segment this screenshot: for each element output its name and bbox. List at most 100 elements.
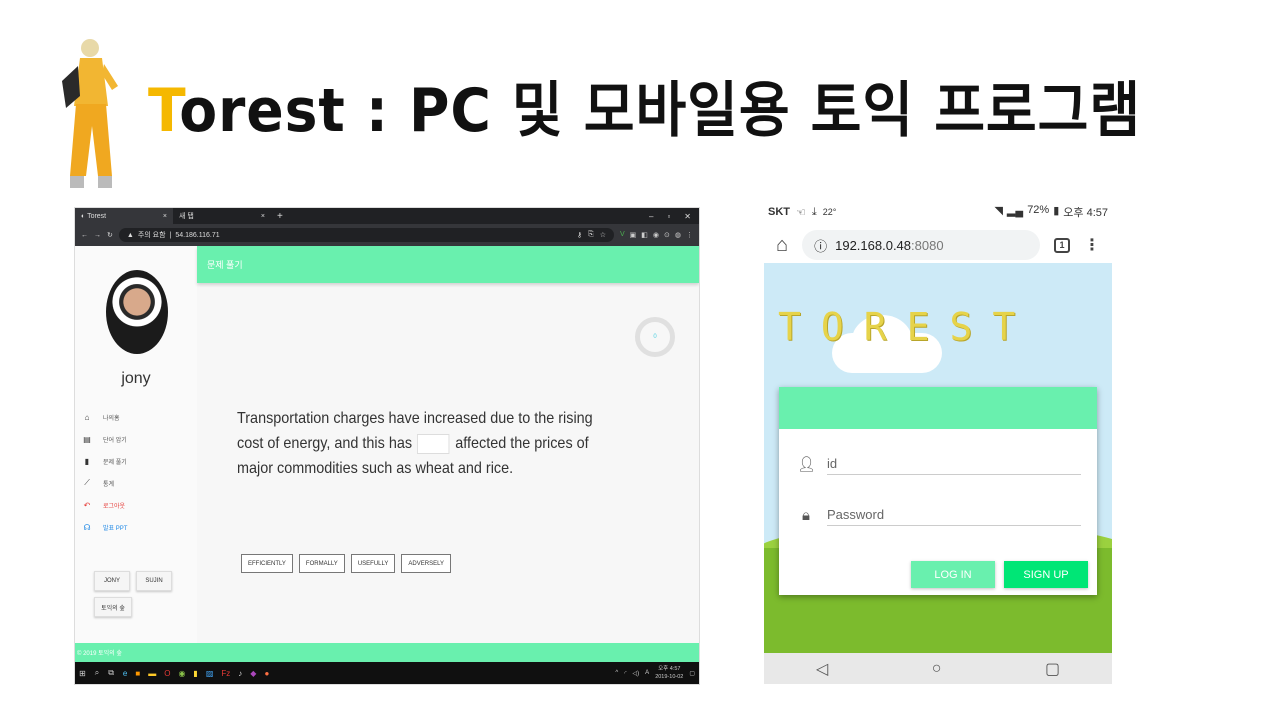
browser-tab-strip: ◐ Torest × 새 탭 × + – ▫ ✕ bbox=[75, 208, 699, 224]
extension-icon[interactable]: V bbox=[620, 231, 625, 239]
browser-tab[interactable]: ◐ Torest × bbox=[75, 208, 173, 224]
person-illustration bbox=[62, 39, 118, 188]
language-indicator[interactable]: A bbox=[645, 670, 649, 676]
login-card: 👤︎ 🔒︎ LOG IN SIGN UP bbox=[779, 387, 1097, 595]
jony-button[interactable]: JONY bbox=[94, 571, 130, 591]
avatar bbox=[106, 270, 168, 354]
maximize-icon[interactable]: ▫ bbox=[667, 212, 670, 221]
profile-icon[interactable]: ◍ bbox=[675, 231, 681, 239]
extension-icon[interactable]: ⊙ bbox=[664, 231, 670, 239]
battery-level: 72% bbox=[1027, 204, 1050, 216]
clock[interactable]: 오후 4:57 2019-10-02 bbox=[655, 665, 683, 681]
folder-icon[interactable]: ▬ bbox=[148, 669, 156, 678]
question-text: Transportation charges have increased du… bbox=[237, 410, 593, 477]
filezilla-icon[interactable]: Fz bbox=[221, 669, 230, 678]
answer-blank[interactable] bbox=[417, 433, 450, 454]
sidebar-item-logout[interactable]: ↶ 로그아웃 bbox=[81, 494, 191, 516]
choice-button[interactable]: FORMALLY bbox=[298, 554, 345, 573]
windows-start-icon[interactable]: ⊞ bbox=[79, 669, 86, 678]
sidebar-item-home[interactable]: ⌂ 나의홈 bbox=[81, 406, 191, 428]
app-icon[interactable]: ■ bbox=[135, 669, 140, 678]
hand-icon: ☜ bbox=[796, 206, 806, 219]
notes-icon[interactable]: ▮ bbox=[193, 669, 197, 678]
task-view-icon[interactable]: ⧉ bbox=[108, 668, 114, 678]
battery-icon: ▮ bbox=[1053, 205, 1060, 217]
opera-icon[interactable]: O bbox=[164, 669, 170, 678]
more-icon[interactable]: ⋮ bbox=[1084, 235, 1100, 255]
url-field[interactable]: ⓘ 192.168.0.48:8080 bbox=[802, 230, 1040, 260]
sidebar: jony ⌂ 나의홈 ▤ 단어 암기 ▮ 문제 풀기 ⟋ 통계 ↶ 로그아웃 ☊ 발표 PP… bbox=[75, 246, 197, 662]
id-input[interactable] bbox=[827, 453, 1081, 475]
answer-choices: EFFICIENTLY FORMALLY USEFULLY ADVERSELY bbox=[241, 554, 451, 573]
sidebar-item-ppt[interactable]: ☊ 발표 PPT bbox=[81, 516, 191, 538]
topbar: 문제 풀기 bbox=[197, 246, 699, 283]
sujin-button[interactable]: SUJIN bbox=[136, 571, 172, 591]
search-icon[interactable]: ⌕ bbox=[95, 668, 99, 678]
security-label: 주의 요함 bbox=[137, 232, 166, 239]
info-icon: ⓘ bbox=[814, 238, 828, 254]
app-icon[interactable]: ● bbox=[264, 669, 269, 678]
login-screen: TOREST 👤︎ 🔒︎ LOG IN SIGN UP bbox=[764, 263, 1112, 653]
choice-button[interactable]: USEFULLY bbox=[350, 554, 396, 573]
app-icon[interactable]: ▨ bbox=[206, 669, 214, 678]
sidebar-item-words[interactable]: ▤ 단어 암기 bbox=[81, 428, 191, 450]
reload-icon[interactable]: ↻ bbox=[107, 231, 113, 239]
login-card-header bbox=[779, 387, 1097, 429]
choice-button[interactable]: EFFICIENTLY bbox=[241, 554, 293, 573]
forward-icon[interactable]: → bbox=[94, 232, 101, 239]
chevron-up-icon[interactable]: ^ bbox=[615, 670, 618, 676]
home-icon: ⌂ bbox=[84, 412, 90, 422]
signup-button[interactable]: SIGN UP bbox=[1004, 561, 1088, 588]
password-field: 🔒︎ bbox=[797, 504, 1081, 526]
new-tab-button[interactable]: + bbox=[271, 211, 289, 222]
window-controls: – ▫ ✕ bbox=[649, 212, 699, 221]
main-content: 문제 풀기 0 Transportation charges have incr… bbox=[197, 246, 699, 662]
choice-button[interactable]: ADVERSELY bbox=[401, 554, 451, 573]
footer: © 2019 토익의 숲 bbox=[75, 643, 699, 662]
app-icon[interactable]: ◆ bbox=[250, 669, 256, 678]
network-icon[interactable]: ◜ bbox=[624, 670, 626, 677]
back-icon[interactable]: ◁ bbox=[816, 659, 828, 679]
signal-icon: ▂▄ bbox=[1006, 205, 1024, 217]
status-bar: SKT ☜ ⤓ 22° ◥ ▂▄ 72% ▮ 오후 4:57 bbox=[764, 198, 1112, 226]
login-button[interactable]: LOG IN bbox=[911, 561, 995, 588]
close-icon[interactable]: × bbox=[261, 213, 265, 220]
slide: Torest : PC 및 모바일용 토익 프로그램 ◐ Torest × 새 탭… bbox=[0, 0, 1280, 720]
home-circle-icon[interactable]: ○ bbox=[932, 660, 942, 678]
temperature: 22° bbox=[822, 207, 837, 217]
minimize-icon[interactable]: – bbox=[649, 212, 653, 221]
home-icon[interactable]: ⌂ bbox=[776, 234, 788, 257]
recents-icon[interactable]: ▢ bbox=[1045, 659, 1060, 679]
carrier: SKT bbox=[768, 206, 790, 218]
close-window-icon[interactable]: ✕ bbox=[684, 212, 691, 221]
extension-icon[interactable]: ◧ bbox=[641, 231, 648, 239]
url-text: 54.186.116.71 bbox=[175, 231, 220, 239]
clipboard-icon: ▤ bbox=[83, 434, 91, 444]
password-input[interactable] bbox=[827, 504, 1081, 526]
toeic-forest-button[interactable]: 토익의 숲 bbox=[94, 597, 132, 617]
menu-icon[interactable]: ⋮ bbox=[686, 231, 693, 239]
tab-count-button[interactable]: 1 bbox=[1054, 237, 1070, 253]
browser-tab[interactable]: 새 탭 × bbox=[173, 208, 271, 224]
torest-logo: TOREST bbox=[778, 305, 1036, 349]
key-icon[interactable]: ⚷ bbox=[577, 231, 582, 239]
extension-icon[interactable]: ▣ bbox=[630, 231, 637, 239]
star-icon[interactable]: ☆ bbox=[600, 231, 606, 239]
volume-icon[interactable]: ◁) bbox=[633, 670, 640, 677]
extension-icon[interactable]: ◉ bbox=[653, 231, 659, 239]
ie-icon[interactable]: e bbox=[123, 669, 127, 678]
taskbar-apps: e ■ ▬ O ◉ ▮ ▨ Fz ♪ ◆ ● bbox=[123, 669, 269, 678]
close-icon[interactable]: × bbox=[163, 213, 167, 220]
globe-icon: ◐ bbox=[81, 212, 86, 220]
address-bar[interactable]: ▲ 주의 요함 | 54.186.116.71 ⚷ ⎘ ☆ bbox=[118, 228, 614, 242]
sidebar-item-quiz[interactable]: ▮ 문제 풀기 bbox=[81, 450, 191, 472]
phone-screenshot: SKT ☜ ⤓ 22° ◥ ▂▄ 72% ▮ 오후 4:57 ⌂ ⓘ 192.1… bbox=[764, 198, 1112, 684]
app-icon[interactable]: ♪ bbox=[238, 669, 242, 678]
translate-icon[interactable]: ⎘ bbox=[588, 231, 594, 239]
browser-toolbar: ← → ↻ ▲ 주의 요함 | 54.186.116.71 ⚷ ⎘ ☆ V ▣ … bbox=[75, 224, 699, 246]
back-icon[interactable]: ← bbox=[81, 232, 88, 239]
lock-icon: 🔒︎ bbox=[802, 506, 810, 524]
notification-icon[interactable]: ▢ bbox=[689, 670, 695, 677]
sidebar-item-stats[interactable]: ⟋ 통계 bbox=[81, 472, 191, 494]
chrome-icon[interactable]: ◉ bbox=[178, 669, 185, 678]
